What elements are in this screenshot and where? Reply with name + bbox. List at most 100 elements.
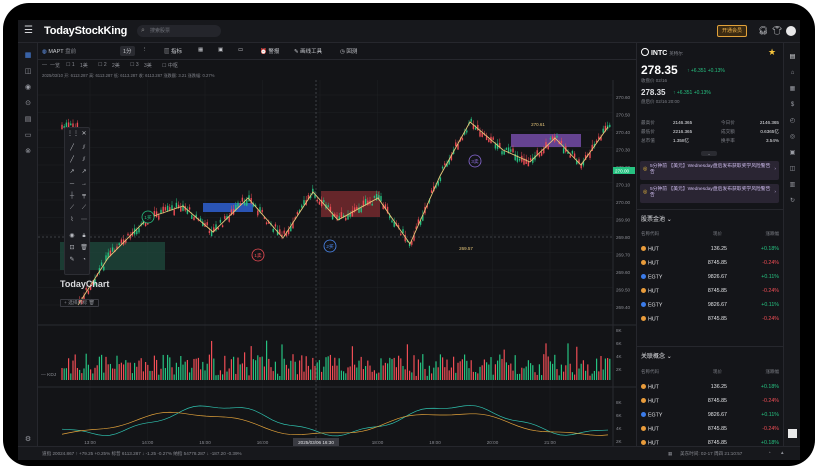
pitchfork-icon[interactable]: ⟋ [67, 204, 77, 213]
grid-icon[interactable]: ▦ [788, 85, 797, 94]
arrow-tool-icon[interactable]: ↗ [67, 168, 77, 177]
interval-selector[interactable]: 1分 [120, 46, 135, 56]
alert-button[interactable]: ⏰ 警报 [260, 47, 279, 55]
watchlist-icon[interactable]: ◫ [23, 67, 33, 77]
candle-type-icon[interactable]: ⫶ [144, 47, 145, 54]
avatar[interactable] [786, 26, 796, 36]
add-indicator-button[interactable]: + 选择指标 🗑︎ [60, 299, 99, 307]
fib-tool-icon[interactable]: ⟋ [79, 204, 89, 213]
lock-icon[interactable]: 🔒︎ [79, 232, 89, 241]
filter-3-buy[interactable]: 3美 [144, 62, 152, 69]
membership-button[interactable]: 开通会员 [717, 25, 747, 37]
table-row[interactable]: HUT 8745.85 -0.24% [641, 423, 779, 436]
notification-icon[interactable]: ▲ [780, 450, 785, 455]
table-row[interactable]: HUT 8745.85 -0.24% [641, 285, 779, 298]
edit-icon[interactable]: ✎ [67, 256, 77, 265]
camera-icon[interactable]: ▣ [788, 149, 797, 158]
table-row[interactable]: EGTY 9826.67 +0.11% [641, 271, 779, 284]
table-row[interactable]: HUT 8745.85 -0.24% [641, 257, 779, 270]
table-row[interactable]: EGTY 9826.67 +0.11% [641, 299, 779, 312]
horizontal-ray-icon[interactable]: → [79, 180, 89, 189]
shirt-icon[interactable]: 👕︎ [772, 26, 782, 35]
horizontal-line-icon[interactable]: ─ [67, 180, 77, 189]
time-icon[interactable]: ◴ [788, 117, 797, 126]
message-icon[interactable]: ▭ [23, 131, 33, 141]
volume-bar [560, 364, 562, 380]
list-icon[interactable]: ▤ [788, 53, 797, 62]
volume-bar [213, 358, 215, 380]
trend-line-icon[interactable]: ╱ [67, 156, 77, 165]
price-chart[interactable]: 1买 1卖 2买 3卖 270.61 269.57 270.60 270.50 270.40 2… [38, 80, 636, 446]
volume-bar [415, 375, 417, 380]
volume-bar [285, 364, 287, 380]
text-tool-icon[interactable]: ⋯ [79, 216, 89, 225]
eye-icon[interactable]: ◉ [67, 232, 77, 241]
candle-body [188, 207, 191, 210]
filter-1[interactable]: ☐ 1 [66, 62, 75, 68]
table-row[interactable]: HUT 136.25 +0.18% [641, 381, 779, 394]
expand-chevron-icon[interactable]: ⌄ [701, 151, 717, 156]
volume-bar [142, 371, 144, 380]
volume-bar [266, 340, 268, 380]
volume-bar [347, 367, 349, 380]
stats-icon[interactable]: ▥ [788, 181, 797, 190]
candle-body [301, 205, 303, 208]
screener-icon[interactable]: ⊙ [23, 99, 33, 109]
calendar-icon[interactable]: ▤ [23, 115, 33, 125]
filter-center[interactable]: ☐ 中枢 [162, 62, 178, 69]
filter-2-buy[interactable]: 2美 [112, 62, 120, 69]
related-section-title[interactable]: 关联概念 ⌄ [641, 351, 672, 360]
clock-icon[interactable]: ◔ [79, 256, 89, 265]
candle-body [246, 200, 248, 206]
filter-3[interactable]: ☐ 3 [130, 62, 139, 68]
filter-2[interactable]: ☐ 2 [98, 62, 107, 68]
delete-drawings-icon[interactable]: 🗑︎ [79, 244, 89, 253]
drag-handle-icon[interactable]: ⋮⋮ [67, 130, 79, 139]
signal-marker-label: 2买 [326, 243, 334, 250]
favorite-star-icon[interactable]: ★ [768, 47, 776, 58]
headset-icon[interactable]: 🎧︎ [758, 26, 768, 35]
filter-all[interactable]: 一览 [50, 62, 60, 69]
home-icon[interactable]: ⌂ [788, 69, 797, 78]
brush-tool-icon[interactable]: ⌇ [67, 216, 77, 225]
news-icon[interactable]: ◉ [23, 83, 33, 93]
note-icon[interactable]: ▭ [238, 47, 243, 53]
backtest-button[interactable]: ◷ 回测 [340, 47, 357, 55]
cross-line-icon[interactable]: ┯ [79, 192, 89, 201]
trash-icon[interactable]: 🗑︎ [89, 301, 95, 306]
table-row[interactable]: HUT 8745.85 -0.24% [641, 313, 779, 326]
filter-1-buy[interactable]: 1美 [80, 62, 88, 69]
parallel-line-icon[interactable]: ⫽ [79, 156, 89, 165]
ray-tool-icon[interactable]: ⫽ [79, 144, 89, 153]
panel-toggle-icon[interactable] [788, 429, 797, 438]
table-row[interactable]: HUT 8745.85 -0.24% [641, 395, 779, 408]
line-tool-icon[interactable]: ╱ [67, 144, 77, 153]
news-item[interactable]: ◎ 5分钟前 【美元】Wednesday盘后发布获取奖学风险警告告 › [640, 161, 779, 180]
image-icon[interactable]: ▣ [218, 47, 223, 53]
pool-section-title[interactable]: 股票金池 ⌄ [641, 214, 672, 223]
group-icon[interactable]: ◫ [788, 165, 797, 174]
chart-icon[interactable]: ▦ [23, 51, 33, 61]
close-circle-icon[interactable]: ⊗ [23, 147, 33, 157]
news-item[interactable]: ◎ 5分钟前 【美元】Wednesday盘后发布获取奖学风险警告告 › [640, 184, 779, 203]
settings-icon[interactable]: ⚙ [23, 435, 33, 445]
magnet-icon[interactable]: ⊡ [67, 244, 77, 253]
collapse-icon[interactable]: — [42, 62, 47, 68]
status-bar: 道指 20024.867 ↑ +79.25 +0.25% 标普 6113.287… [18, 446, 800, 460]
indicator-button[interactable]: ▥ 指标 [164, 47, 182, 55]
symbol-selector[interactable]: ◍ MAPT 盘前 [42, 47, 76, 55]
volume-bar [349, 366, 351, 380]
hamburger-menu-icon[interactable]: ☰ [24, 26, 33, 36]
channel-tool-icon[interactable]: ↗ [79, 168, 89, 177]
layout-icon[interactable]: ▦ [198, 47, 203, 53]
dollar-icon[interactable]: $ [788, 101, 797, 110]
vertical-line-icon[interactable]: ┼ [67, 192, 77, 201]
drawing-tools-button[interactable]: ✎ 画线工具 [294, 47, 322, 55]
candle-body [111, 247, 114, 252]
table-row[interactable]: HUT 136.25 +0.18% [641, 243, 779, 256]
refresh-icon[interactable]: ↻ [788, 197, 797, 206]
target-icon[interactable]: ◎ [788, 133, 797, 142]
close-icon[interactable]: ✕ [79, 130, 89, 139]
table-row[interactable]: EGTY 9826.67 +0.11% [641, 409, 779, 422]
search-input[interactable]: ⌕ 搜索股票 [137, 25, 221, 37]
